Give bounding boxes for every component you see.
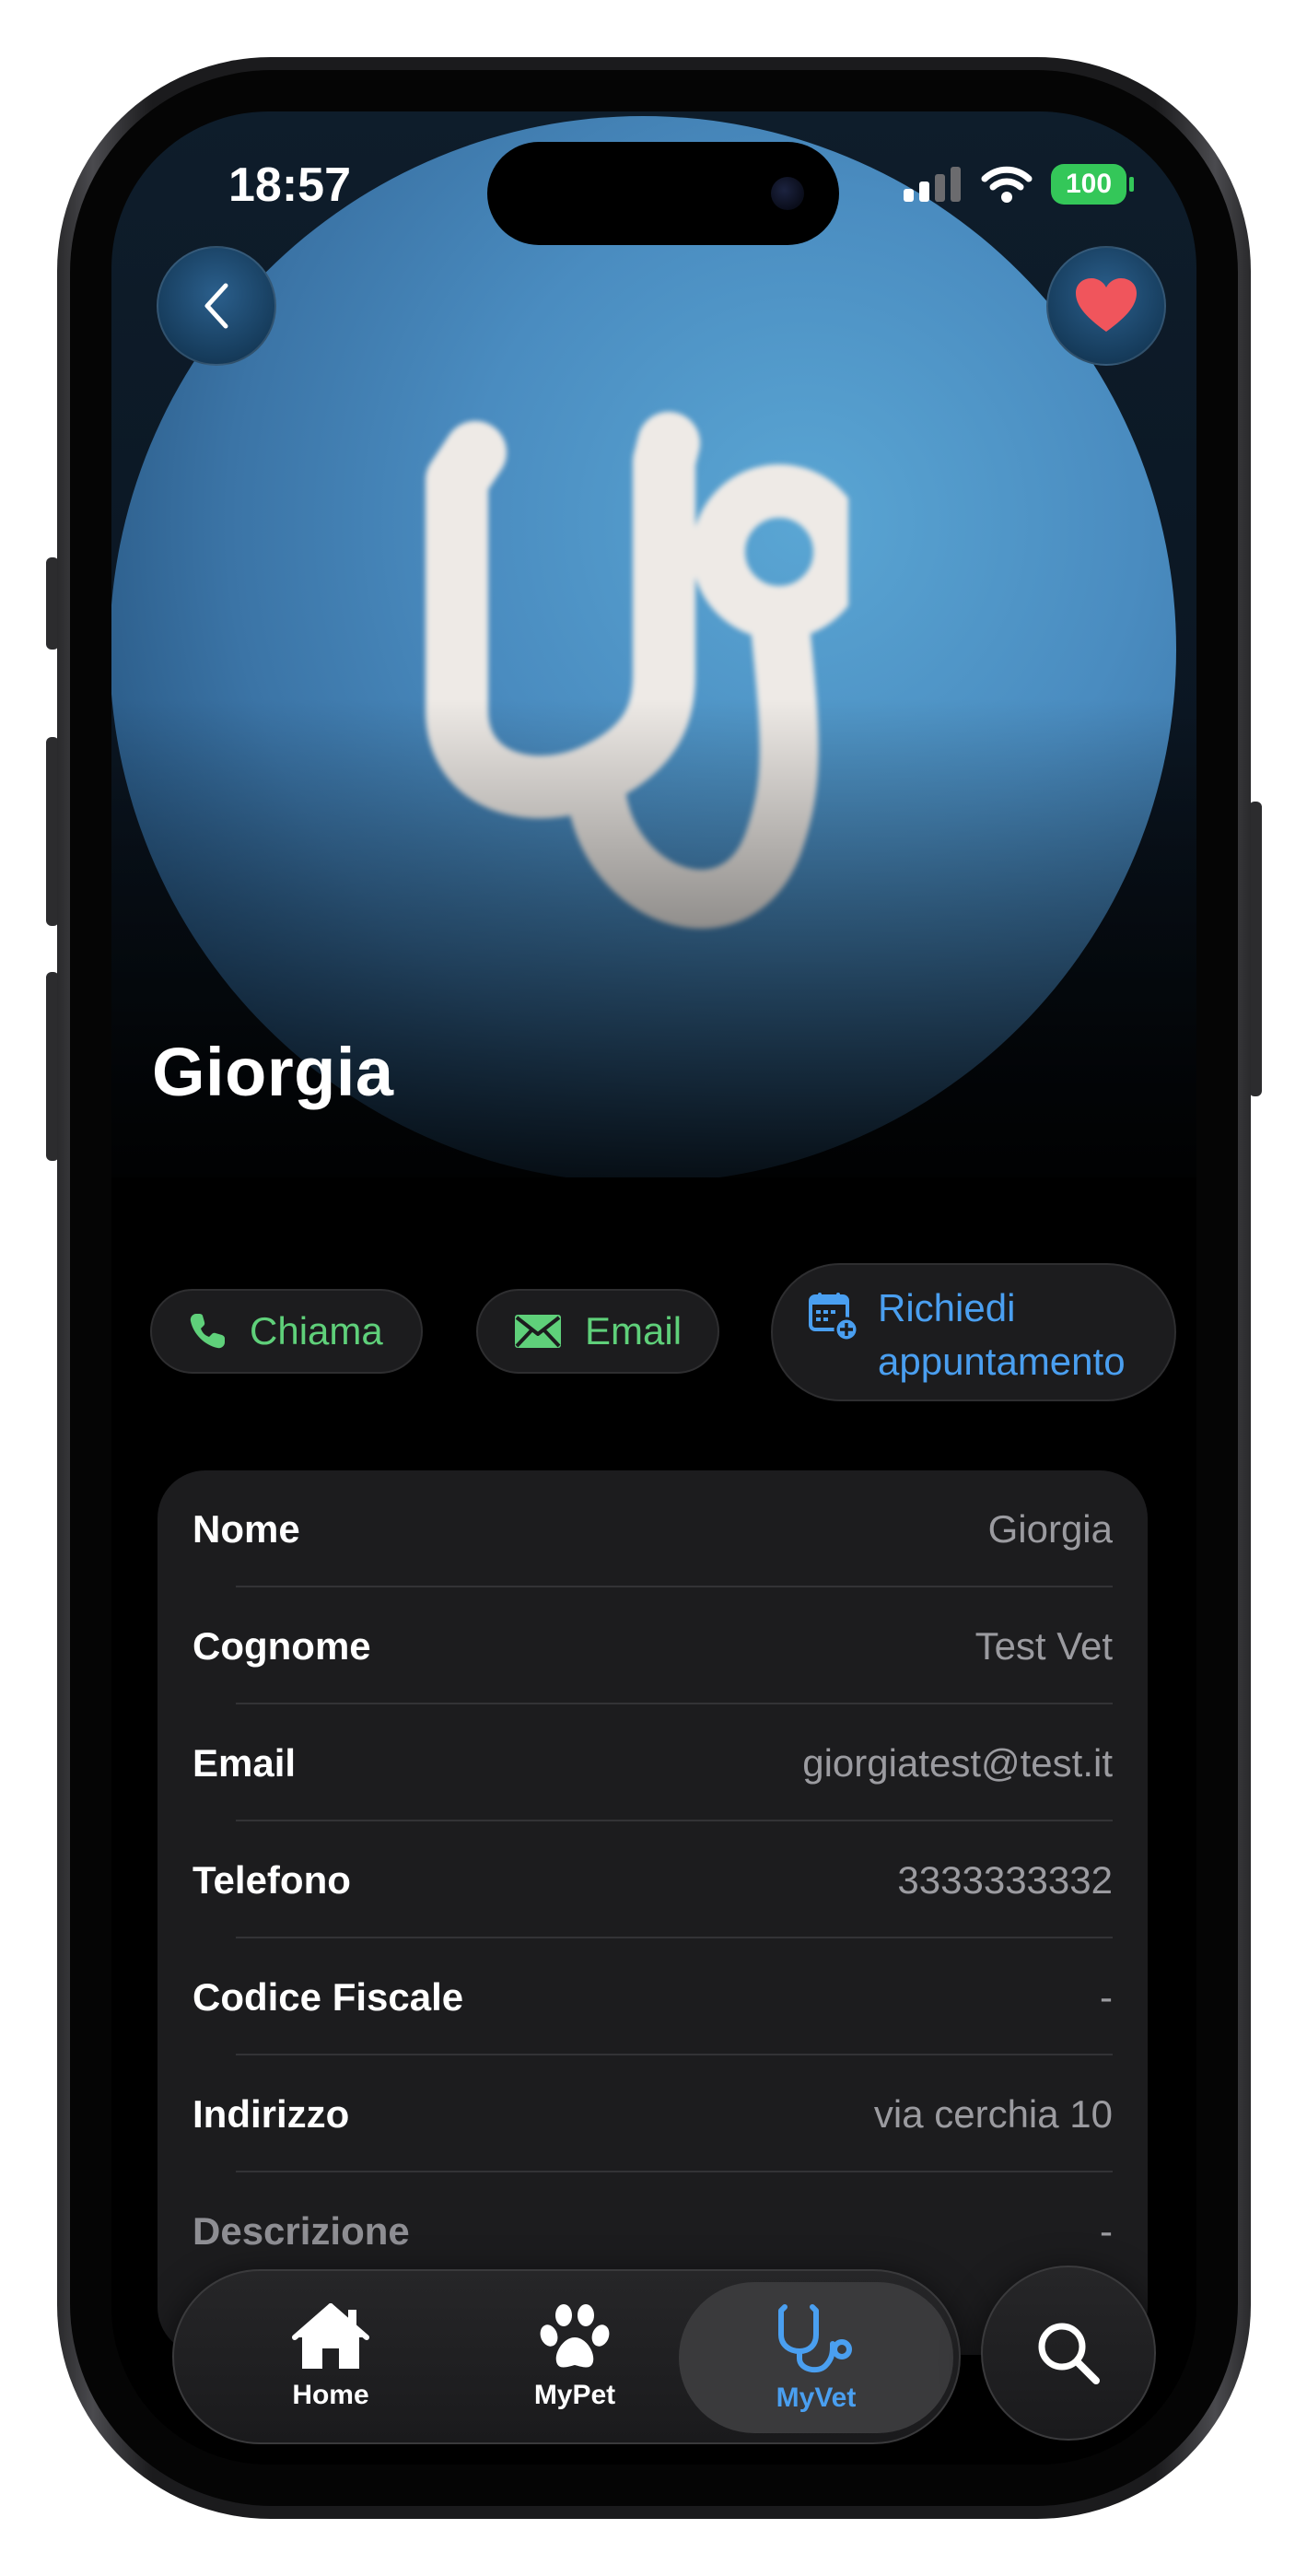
dynamic-island (487, 142, 839, 245)
envelope-icon (515, 1315, 561, 1348)
detail-value: - (1100, 2208, 1113, 2253)
detail-label: Email (193, 1740, 297, 1785)
detail-value: 3333333332 (897, 1857, 1113, 1902)
status-time: 18:57 (228, 158, 351, 212)
detail-label: Nome (193, 1506, 300, 1551)
battery-indicator: 100 (1051, 164, 1134, 205)
tab-home[interactable]: Home (239, 2271, 423, 2442)
screen: Giorgia 18:57 100 Chiama Email Richiedi … (111, 111, 1196, 2465)
detail-value: Test Vet (974, 1623, 1113, 1668)
detail-label: Codice Fiscale (193, 1974, 464, 2019)
paw-icon (540, 2304, 610, 2368)
stethoscope-icon (778, 2304, 852, 2373)
cellular-signal-icon (904, 167, 961, 202)
front-camera (771, 177, 804, 210)
detail-label: Cognome (193, 1623, 371, 1668)
detail-label: Indirizzo (193, 2091, 350, 2136)
request-appointment-button[interactable]: Richiedi appuntamento (771, 1263, 1176, 1401)
favorite-button[interactable] (1046, 246, 1166, 366)
request-appointment-label-line1: Richiedi (878, 1286, 1016, 1329)
tab-myvet[interactable]: MyVet (679, 2282, 953, 2433)
email-button-label: Email (585, 1309, 683, 1352)
detail-label: Telefono (193, 1857, 351, 1902)
request-appointment-label: Richiedi appuntamento (878, 1282, 1126, 1388)
detail-row-email: Email giorgiatest@test.it (158, 1704, 1148, 1821)
wifi-icon (981, 166, 1033, 203)
detail-row-codice-fiscale: Codice Fiscale - (158, 1938, 1148, 2055)
phone-icon (190, 1314, 225, 1349)
detail-row-indirizzo: Indirizzo via cerchia 10 (158, 2055, 1148, 2172)
heart-icon (1076, 278, 1137, 332)
tab-mypet[interactable]: MyPet (483, 2271, 667, 2442)
vet-details-card: Nome Giorgia Cognome Test Vet Email gior… (158, 1470, 1148, 2355)
tab-home-label: Home (292, 2380, 369, 2410)
tab-myvet-label: MyVet (776, 2383, 857, 2413)
detail-value: via cerchia 10 (873, 2091, 1113, 2136)
search-icon (1038, 2323, 1100, 2384)
detail-row-telefono: Telefono 3333333332 (158, 1821, 1148, 1938)
detail-value: giorgiatest@test.it (802, 1740, 1113, 1785)
back-button[interactable] (157, 246, 276, 366)
detail-row-cognome: Cognome Test Vet (158, 1587, 1148, 1704)
power-button (1249, 802, 1262, 1096)
call-button[interactable]: Chiama (150, 1289, 423, 1374)
calendar-add-icon (809, 1293, 859, 1342)
email-button[interactable]: Email (476, 1289, 719, 1374)
call-button-label: Chiama (250, 1309, 383, 1352)
vet-name-title: Giorgia (152, 1034, 394, 1110)
vet-hero: Giorgia (111, 111, 1196, 1177)
tab-mypet-label: MyPet (533, 2380, 616, 2410)
search-button[interactable] (981, 2266, 1156, 2441)
chevron-left-icon (204, 283, 228, 329)
detail-label: Descrizione (193, 2208, 410, 2253)
detail-value: Giorgia (987, 1506, 1113, 1551)
request-appointment-label-line2: appuntamento (878, 1340, 1126, 1383)
tab-bar: Home MyPet MyVet (172, 2269, 961, 2444)
detail-row-nome: Nome Giorgia (158, 1470, 1148, 1587)
status-indicators: 100 (904, 163, 1134, 205)
detail-value: - (1100, 1974, 1113, 2019)
house-icon (292, 2303, 369, 2369)
